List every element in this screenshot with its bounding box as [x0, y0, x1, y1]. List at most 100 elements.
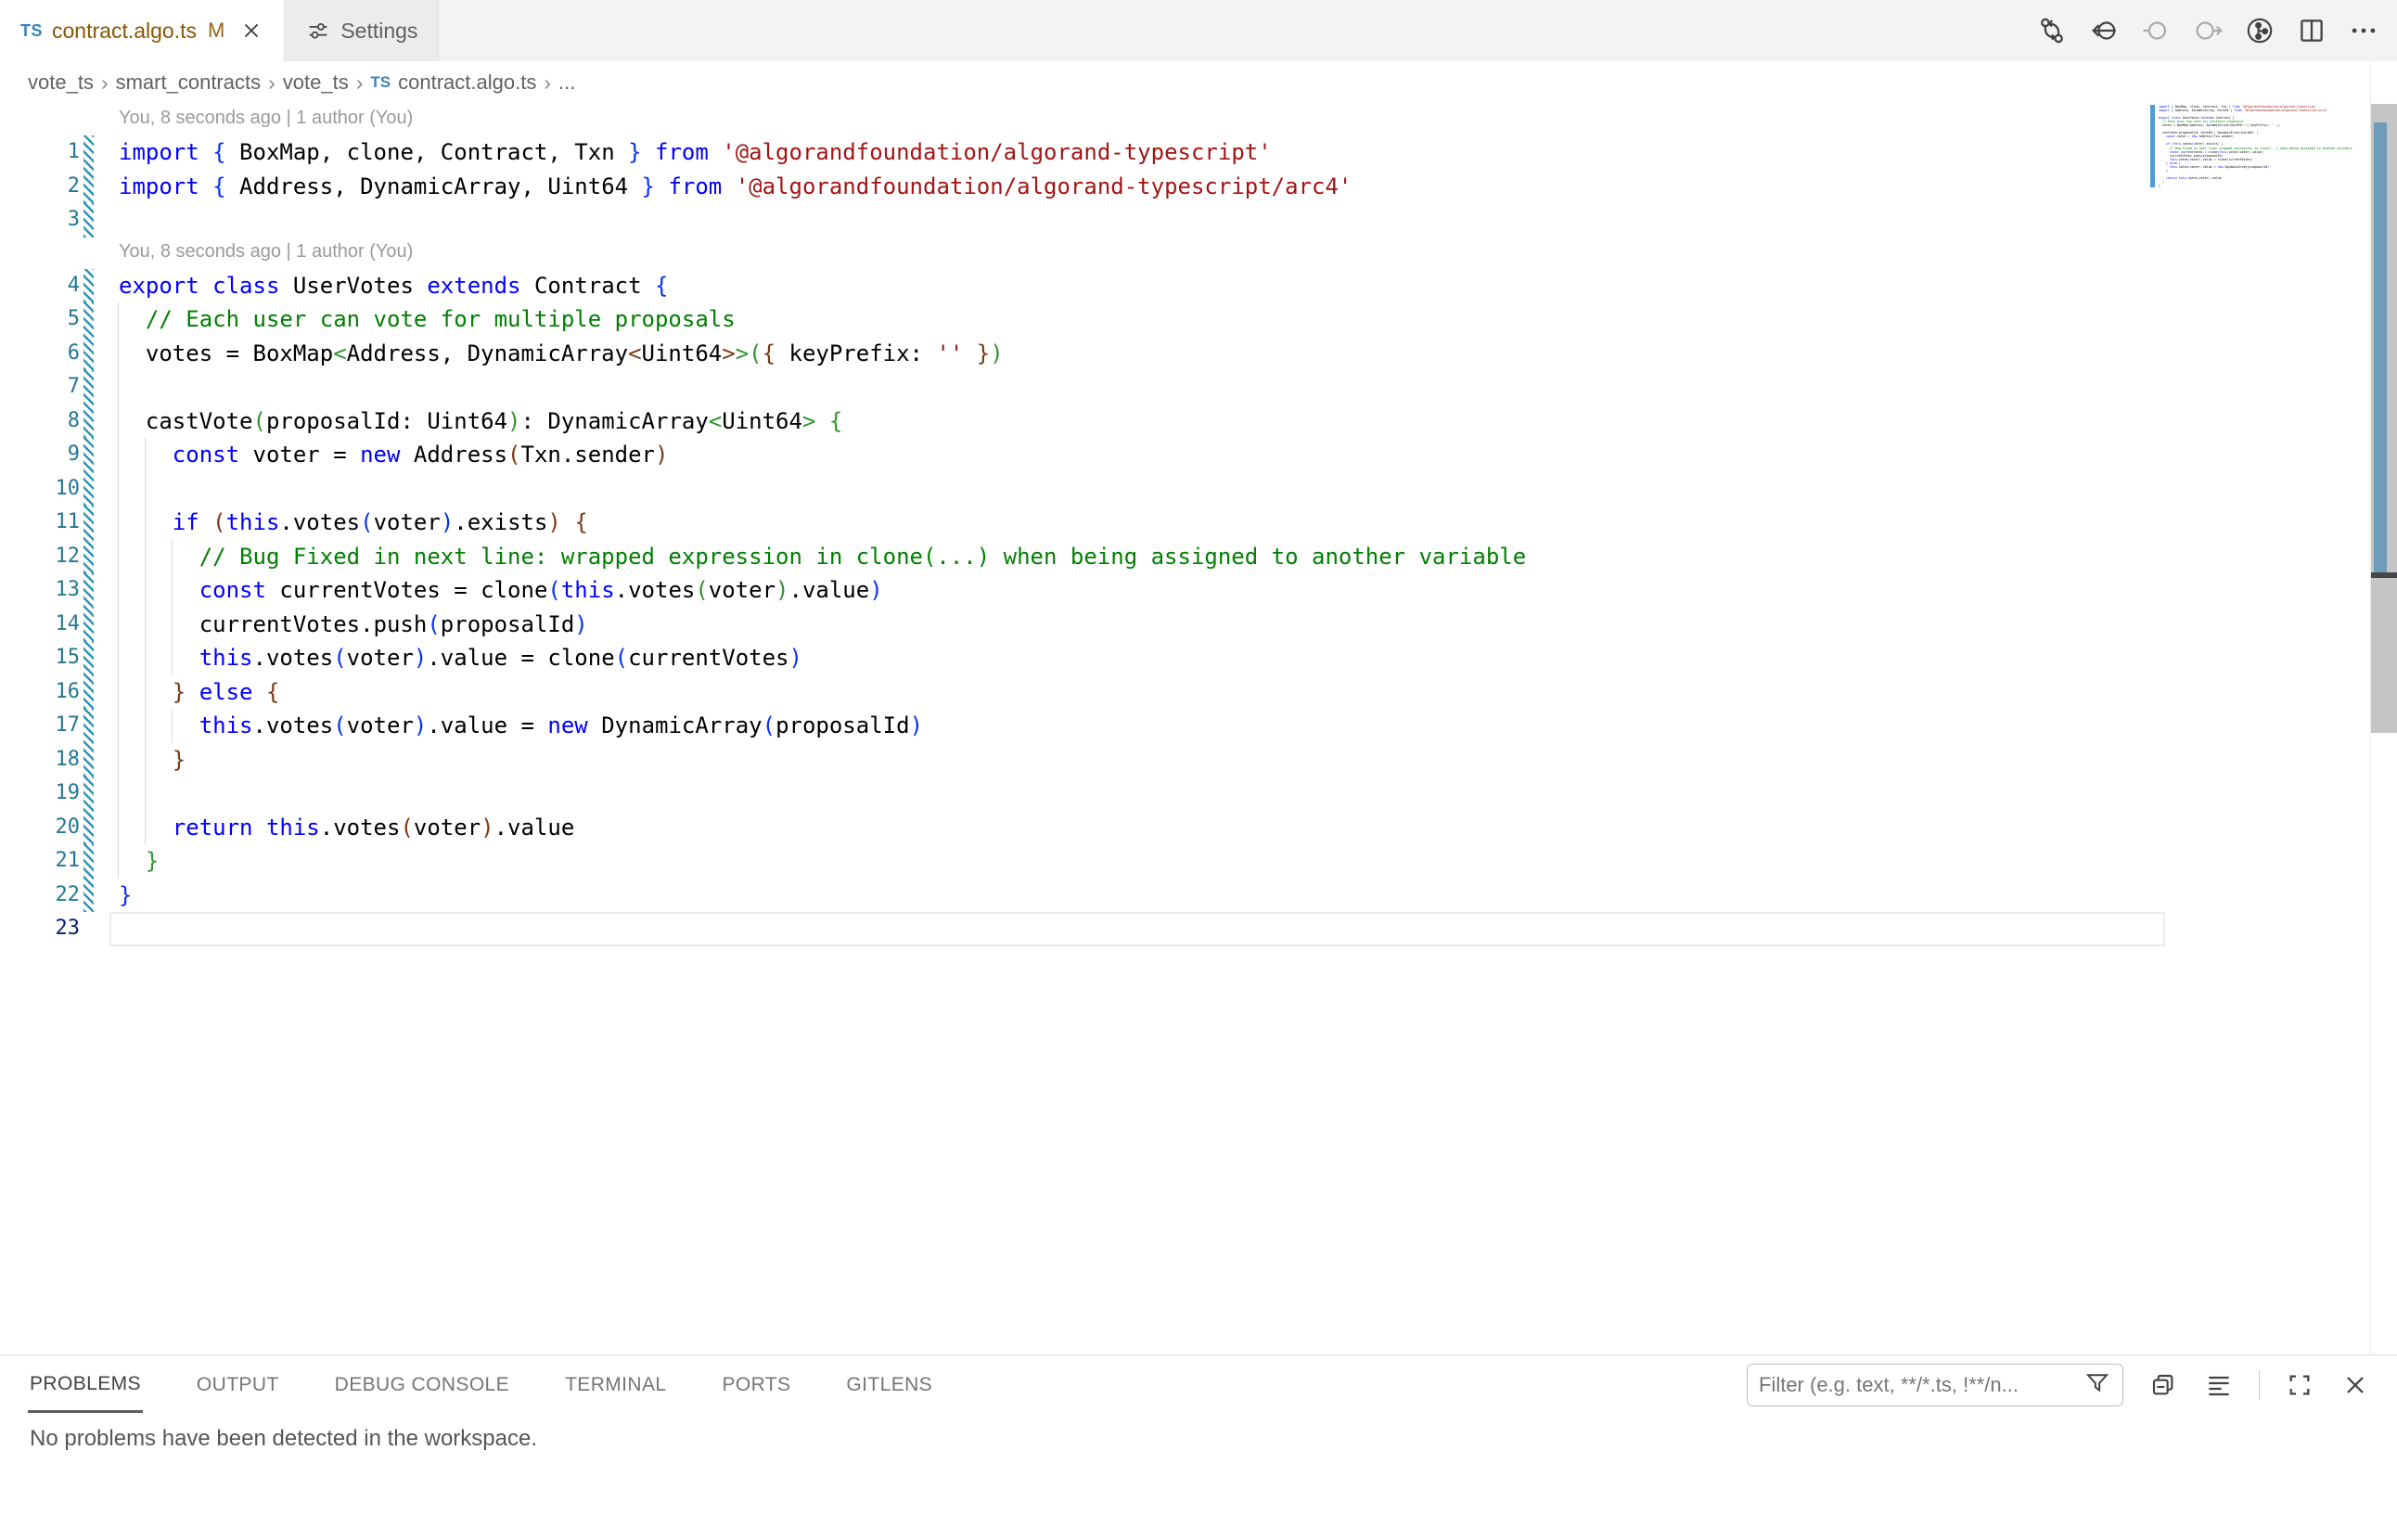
codelens-annotation[interactable]: You, 8 seconds ago | 1 author (You)	[119, 241, 413, 263]
code-text[interactable]: if (this.votes(voter).exists) {	[119, 506, 588, 540]
panel-tab-ports[interactable]: PORTS	[720, 1359, 792, 1411]
panel-tab-debug-console[interactable]: DEBUG CONSOLE	[333, 1359, 511, 1411]
code-line[interactable]: 3	[0, 203, 2371, 237]
code-line[interactable]: 2import { Address, DynamicArray, Uint64 …	[0, 170, 2371, 204]
line-number: 18	[0, 743, 80, 777]
overview-ruler-cursor-mark	[2371, 572, 2397, 578]
code-text[interactable]: export class UserVotes extends Contract …	[119, 269, 668, 303]
code-line[interactable]: 18 }	[0, 743, 2371, 777]
line-number: 13	[0, 573, 80, 608]
breadcrumb: vote_ts›smart_contracts›vote_ts›TScontra…	[0, 61, 2397, 104]
source-control-compare-icon[interactable]	[2035, 14, 2069, 47]
code-line[interactable]: 12 // Bug Fixed in next line: wrapped ex…	[0, 540, 2371, 574]
code-line[interactable]: 19	[0, 776, 2371, 811]
navigate-back-circle-icon[interactable]	[2087, 14, 2121, 47]
panel-tab-output[interactable]: OUTPUT	[195, 1359, 281, 1411]
gutter-added-indicator	[83, 608, 94, 642]
gutter-added-indicator	[83, 573, 94, 608]
code-text[interactable]: import { Address, DynamicArray, Uint64 }…	[119, 170, 1352, 204]
code-line[interactable]: 15 this.votes(voter).value = clone(curre…	[0, 641, 2371, 675]
line-number: 10	[0, 472, 80, 507]
tab-settings[interactable]: Settings	[285, 0, 439, 61]
line-number: 5	[0, 302, 80, 337]
panel-tab-gitlens[interactable]: GITLENS	[844, 1359, 934, 1411]
indent-guide	[118, 776, 119, 811]
problems-filter-box[interactable]	[1747, 1364, 2123, 1406]
code-editor[interactable]: You, 8 seconds ago | 1 author (You) 1 impo…	[0, 104, 2371, 1354]
typescript-file-icon: TS	[370, 73, 391, 92]
settings-sliders-icon	[305, 18, 331, 44]
code-text[interactable]: import { BoxMap, clone, Contract, Txn } …	[119, 135, 1272, 170]
line-number: 3	[0, 203, 80, 237]
gutter-added-indicator	[83, 811, 94, 845]
panel-tab-terminal[interactable]: TERMINAL	[563, 1359, 668, 1411]
code-line[interactable]: 23	[0, 912, 2371, 946]
gutter-added-indicator	[83, 170, 94, 204]
next-change-circle-icon[interactable]	[2191, 14, 2224, 47]
codelens-annotation[interactable]: You, 8 seconds ago | 1 author (You)	[119, 108, 413, 129]
code-line[interactable]: 22}	[0, 879, 2371, 913]
close-tab-icon[interactable]	[239, 19, 263, 43]
gutter-added-indicator	[83, 675, 94, 710]
breadcrumb-item-file[interactable]: contract.algo.ts	[398, 71, 536, 95]
panel-tab-problems[interactable]: PROBLEMS	[28, 1358, 143, 1413]
code-line[interactable]: 1 import { BoxMap, clone, Contract, Txn }…	[0, 135, 2371, 170]
code-line[interactable]: 17 this.votes(voter).value = new Dynamic…	[0, 709, 2371, 743]
split-editor-icon[interactable]	[2295, 14, 2328, 47]
code-line[interactable]: 14 currentVotes.push(proposalId)	[0, 608, 2371, 642]
codelens-row: You, 8 seconds ago | 1 author (You)	[0, 104, 2371, 135]
code-text[interactable]: castVote(proposalId: Uint64): DynamicArr…	[119, 404, 842, 439]
code-text[interactable]: } else {	[119, 675, 279, 710]
code-line[interactable]: 10	[0, 472, 2371, 507]
code-text[interactable]: votes = BoxMap<Address, DynamicArray<Uin…	[119, 337, 1004, 371]
previous-change-circle-icon[interactable]	[2139, 14, 2173, 47]
panel-toolbar	[1747, 1364, 2371, 1406]
breadcrumb-item[interactable]: smart_contracts	[116, 71, 262, 95]
code-line[interactable]: 11 if (this.votes(voter).exists) {	[0, 506, 2371, 540]
code-line[interactable]: 16 } else {	[0, 675, 2371, 710]
breadcrumb-item-more[interactable]: ...	[558, 71, 575, 95]
code-text[interactable]: this.votes(voter).value = clone(currentV…	[119, 641, 802, 675]
line-number: 17	[0, 709, 80, 743]
panel-tab-bar: PROBLEMS OUTPUT DEBUG CONSOLE TERMINAL PORTS…	[28, 1355, 934, 1415]
breadcrumb-item[interactable]: vote_ts	[28, 71, 94, 95]
gutter-added-indicator	[83, 472, 94, 507]
code-text[interactable]: return this.votes(voter).value	[119, 811, 574, 845]
code-line[interactable]: 4export class UserVotes extends Contract…	[0, 269, 2371, 303]
code-text[interactable]: // Bug Fixed in next line: wrapped expre…	[119, 540, 1526, 574]
code-line[interactable]: 20 return this.votes(voter).value	[0, 811, 2371, 845]
line-number: 6	[0, 337, 80, 371]
code-text[interactable]: const currentVotes = clone(this.votes(vo…	[119, 573, 883, 608]
copy-icon[interactable]	[2147, 1369, 2179, 1401]
code-text[interactable]: // Each user can vote for multiple propo…	[119, 302, 736, 337]
bottom-panel: PROBLEMS OUTPUT DEBUG CONSOLE TERMINAL PORTS…	[0, 1354, 2397, 1540]
line-number: 1	[0, 135, 80, 170]
code-text[interactable]: }	[119, 743, 186, 777]
problems-filter-input[interactable]	[1759, 1373, 2083, 1397]
code-text[interactable]: }	[119, 844, 159, 879]
line-number: 12	[0, 540, 80, 574]
breadcrumb-item[interactable]: vote_ts	[283, 71, 349, 95]
code-text[interactable]: }	[119, 879, 132, 913]
line-number: 15	[0, 641, 80, 675]
code-text[interactable]: const voter = new Address(Txn.sender)	[119, 438, 668, 472]
view-as-list-icon[interactable]	[2203, 1369, 2235, 1401]
tab-contract-algo-ts[interactable]: TS contract.algo.ts M	[0, 0, 285, 61]
code-line[interactable]: 6 votes = BoxMap<Address, DynamicArray<U…	[0, 337, 2371, 371]
commit-graph-circle-icon[interactable]	[2243, 14, 2276, 47]
code-text[interactable]: this.votes(voter).value = new DynamicArr…	[119, 709, 923, 743]
toolbar-separator	[2259, 1370, 2260, 1400]
close-panel-icon[interactable]	[2339, 1369, 2371, 1401]
code-line[interactable]: 21 }	[0, 844, 2371, 879]
code-line[interactable]: 7	[0, 370, 2371, 404]
maximize-panel-icon[interactable]	[2284, 1369, 2315, 1401]
indent-guide	[118, 472, 119, 507]
code-line[interactable]: 13 const currentVotes = clone(this.votes…	[0, 573, 2371, 608]
code-line[interactable]: 8 castVote(proposalId: Uint64): DynamicA…	[0, 404, 2371, 439]
code-line[interactable]: 5 // Each user can vote for multiple pro…	[0, 302, 2371, 337]
more-actions-icon[interactable]	[2347, 14, 2380, 47]
line-number: 16	[0, 675, 80, 710]
code-text[interactable]: currentVotes.push(proposalId)	[119, 608, 588, 642]
tab-label: contract.algo.ts	[52, 19, 197, 44]
code-line[interactable]: 9 const voter = new Address(Txn.sender)	[0, 438, 2371, 472]
